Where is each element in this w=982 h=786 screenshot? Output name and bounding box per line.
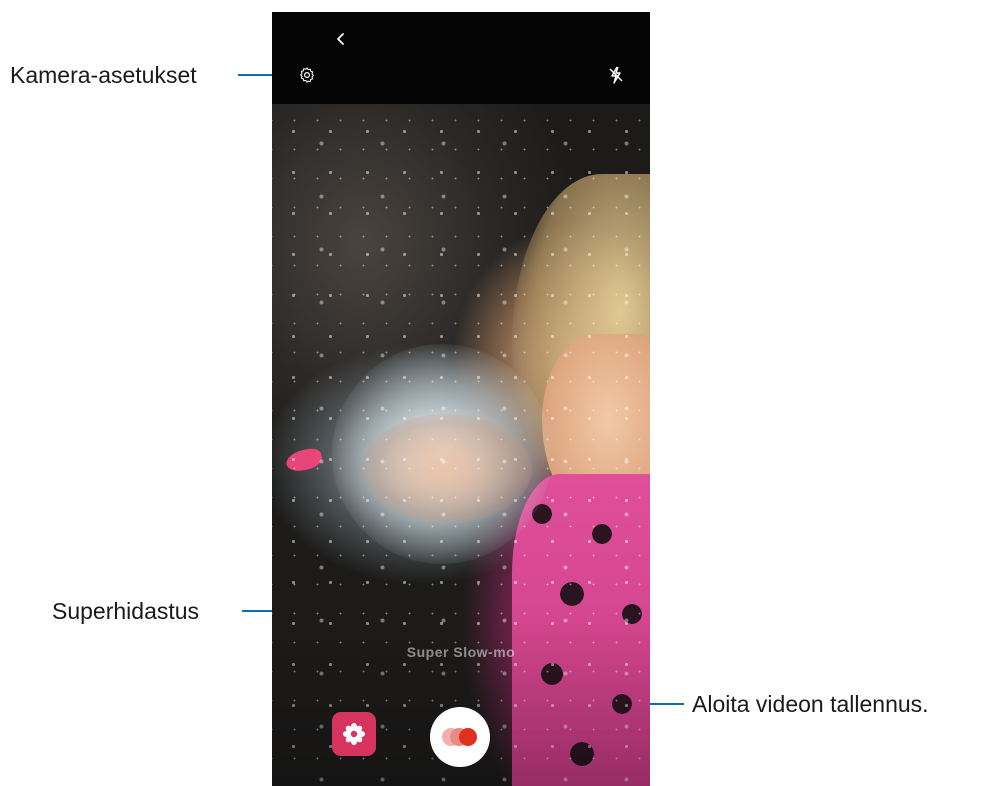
camera-screen: Super Slow-mo <box>272 12 650 786</box>
camera-settings-button[interactable] <box>295 63 319 87</box>
flash-button[interactable] <box>604 63 628 87</box>
record-super-slow-mo-icon <box>442 728 477 746</box>
effects-button[interactable] <box>332 712 376 756</box>
record-button[interactable] <box>430 707 490 767</box>
flash-off-icon <box>609 66 623 84</box>
chevron-left-icon <box>337 33 344 45</box>
flower-effects-icon <box>342 722 366 746</box>
camera-top-bar <box>272 12 650 104</box>
callout-camera-settings: Kamera-asetukset <box>10 62 197 88</box>
back-button[interactable] <box>328 26 354 52</box>
callout-super-slow-mo: Superhidastus <box>52 598 200 624</box>
gear-icon <box>300 67 314 83</box>
callout-start-recording: Aloita videon tallennus. <box>692 691 929 717</box>
camera-viewfinder[interactable] <box>272 104 650 786</box>
super-slow-mo-mode-label[interactable]: Super Slow-mo <box>272 632 650 672</box>
